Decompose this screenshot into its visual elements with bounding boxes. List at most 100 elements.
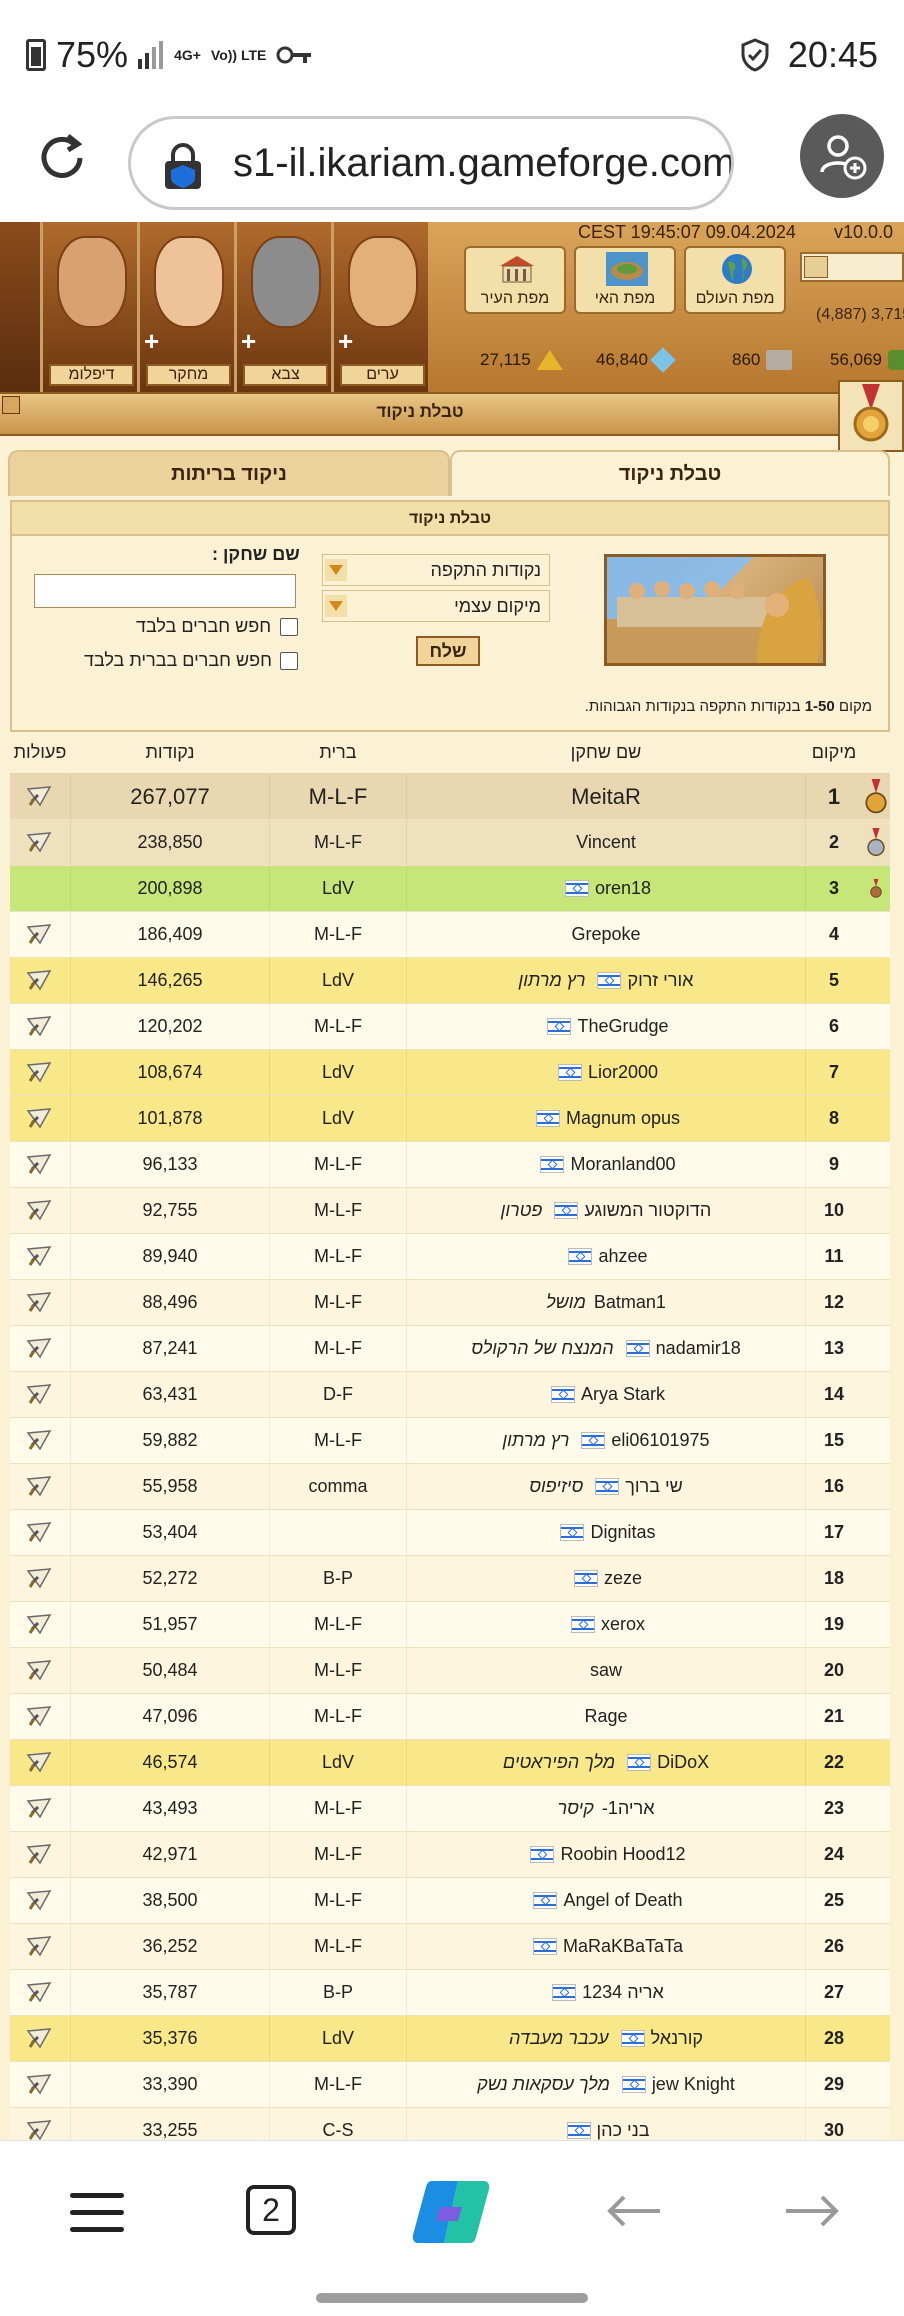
send-message-icon[interactable] (26, 2027, 54, 2051)
add-profile-button[interactable] (800, 114, 884, 198)
player-name[interactable]: nadamir18 (656, 1338, 741, 1359)
send-message-icon[interactable] (26, 1337, 54, 1361)
player-cell[interactable]: Magnum opus (406, 1096, 806, 1141)
alliance-cell[interactable]: LdV (270, 1740, 406, 1785)
alliance-cell[interactable]: M-L-F (270, 1418, 406, 1463)
player-name[interactable]: אורי זרוק (627, 970, 693, 991)
alliance-cell[interactable]: M-L-F (270, 774, 406, 819)
player-cell[interactable]: Moranland00 (406, 1142, 806, 1187)
player-cell[interactable]: Grepoke (406, 912, 806, 957)
player-name[interactable]: oren18 (595, 878, 651, 899)
alliance-cell[interactable]: LdV (270, 958, 406, 1003)
send-message-icon[interactable] (26, 785, 54, 809)
player-name[interactable]: DiDoX (657, 1752, 709, 1773)
player-name[interactable]: Dignitas (590, 1522, 655, 1543)
player-cell[interactable]: Arya Stark (406, 1372, 806, 1417)
category-select[interactable]: נקודות התקפה (322, 554, 550, 586)
advisor-research[interactable]: + מחקר (137, 222, 234, 392)
player-name[interactable]: Arya Stark (581, 1384, 665, 1405)
send-message-icon[interactable] (26, 1061, 54, 1085)
player-cell[interactable]: oren18 (406, 866, 806, 911)
send-message-icon[interactable] (26, 1981, 54, 2005)
send-message-icon[interactable] (26, 1245, 54, 1269)
send-message-icon[interactable] (26, 1153, 54, 1177)
player-name[interactable]: -אריה1 (602, 1798, 655, 1819)
alliance-cell[interactable]: M-L-F (270, 2062, 406, 2107)
send-message-icon[interactable] (26, 1107, 54, 1131)
back-arrow-icon[interactable] (604, 2191, 664, 2231)
alliance-cell[interactable]: LdV (270, 1050, 406, 1095)
player-name[interactable]: Magnum opus (566, 1108, 680, 1129)
friends-only-checkbox[interactable] (280, 618, 298, 636)
alliance-cell[interactable]: M-L-F (270, 912, 406, 957)
player-name[interactable]: Batman1 (594, 1292, 666, 1313)
player-name[interactable]: eli06101975 (611, 1430, 709, 1451)
player-cell[interactable]: Lior2000 (406, 1050, 806, 1095)
alliance-cell[interactable]: M-L-F (270, 1188, 406, 1233)
player-name[interactable]: שי ברוך (625, 1476, 683, 1497)
world-map-button[interactable]: מפת העולם (684, 246, 786, 314)
island-map-button[interactable]: מפת האי (574, 246, 676, 314)
reload-icon[interactable] (34, 130, 90, 186)
advisor-cities[interactable]: + ערים (331, 222, 428, 392)
player-name[interactable]: xerox (601, 1614, 645, 1635)
player-cell[interactable]: TheGrudge (406, 1004, 806, 1049)
alliance-cell[interactable]: LdV (270, 866, 406, 911)
player-cell[interactable]: nadamir18 המנצח של הרקולס (406, 1326, 806, 1371)
alliance-cell[interactable]: M-L-F (270, 1878, 406, 1923)
player-cell[interactable]: Angel of Death (406, 1878, 806, 1923)
player-cell[interactable]: קורנאל עכבר מעבדה (406, 2016, 806, 2061)
send-message-icon[interactable] (26, 1015, 54, 1039)
submit-button[interactable]: שלח (416, 636, 480, 666)
player-cell[interactable]: xerox (406, 1602, 806, 1647)
player-cell[interactable]: -אריה1 קיסר (406, 1786, 806, 1831)
send-message-icon[interactable] (26, 1383, 54, 1407)
player-name[interactable]: saw (590, 1660, 622, 1681)
alliance-cell[interactable] (270, 1510, 406, 1555)
player-name[interactable]: Lior2000 (588, 1062, 658, 1083)
alliance-cell[interactable]: M-L-F (270, 1924, 406, 1969)
alliance-cell[interactable]: M-L-F (270, 1142, 406, 1187)
send-message-icon[interactable] (26, 2119, 54, 2141)
player-cell[interactable]: Dignitas (406, 1510, 806, 1555)
send-message-icon[interactable] (26, 1475, 54, 1499)
forward-arrow-icon[interactable] (782, 2191, 842, 2231)
alliance-cell[interactable]: M-L-F (270, 1234, 406, 1279)
player-name[interactable]: בני כהן (597, 2120, 650, 2140)
player-cell[interactable]: eli06101975 רץ מרתון (406, 1418, 806, 1463)
player-name[interactable]: Angel of Death (563, 1890, 682, 1911)
player-name[interactable]: Rage (584, 1706, 627, 1727)
alliance-cell[interactable]: D-F (270, 1372, 406, 1417)
player-cell[interactable]: Batman1 מושל (406, 1280, 806, 1325)
alliance-cell[interactable]: B-P (270, 1970, 406, 2015)
city-map-button[interactable]: מפת העיר (464, 246, 566, 314)
player-name[interactable]: MaRaKBaTaTa (563, 1936, 683, 1957)
player-name[interactable]: הדוקטור המשוגע (584, 1200, 711, 1221)
send-message-icon[interactable] (26, 923, 54, 947)
copilot-icon[interactable] (410, 2177, 492, 2247)
advisor-diplomacy[interactable]: דיפלומ (40, 222, 137, 392)
player-name[interactable]: MeitaR (571, 784, 641, 810)
address-bar[interactable]: s1-il.ikariam.gameforge.com/ (128, 116, 734, 210)
alliance-cell[interactable]: M-L-F (270, 1326, 406, 1371)
alliance-cell[interactable]: LdV (270, 1096, 406, 1141)
player-name[interactable]: Moranland00 (570, 1154, 675, 1175)
send-message-icon[interactable] (26, 969, 54, 993)
alliance-cell[interactable]: M-L-F (270, 1694, 406, 1739)
send-message-icon[interactable] (26, 1521, 54, 1545)
alliance-cell[interactable]: M-L-F (270, 1832, 406, 1877)
send-message-icon[interactable] (26, 1659, 54, 1683)
alliance-cell[interactable]: LdV (270, 2016, 406, 2061)
player-name[interactable]: Vincent (576, 832, 636, 853)
send-message-icon[interactable] (26, 1199, 54, 1223)
tabs-button[interactable]: 2 (246, 2185, 296, 2235)
send-message-icon[interactable] (26, 1705, 54, 1729)
url-text[interactable]: s1-il.ikariam.gameforge.com/ (233, 141, 731, 186)
player-cell[interactable]: אריה 1234 (406, 1970, 806, 2015)
tab-alliance-scores[interactable]: ניקוד בריתות (8, 450, 450, 496)
player-cell[interactable]: DiDoX מלך הפיראטים (406, 1740, 806, 1785)
player-cell[interactable]: ahzee (406, 1234, 806, 1279)
player-name-input[interactable] (34, 574, 296, 608)
send-message-icon[interactable] (26, 1751, 54, 1775)
alliance-cell[interactable]: M-L-F (270, 1648, 406, 1693)
